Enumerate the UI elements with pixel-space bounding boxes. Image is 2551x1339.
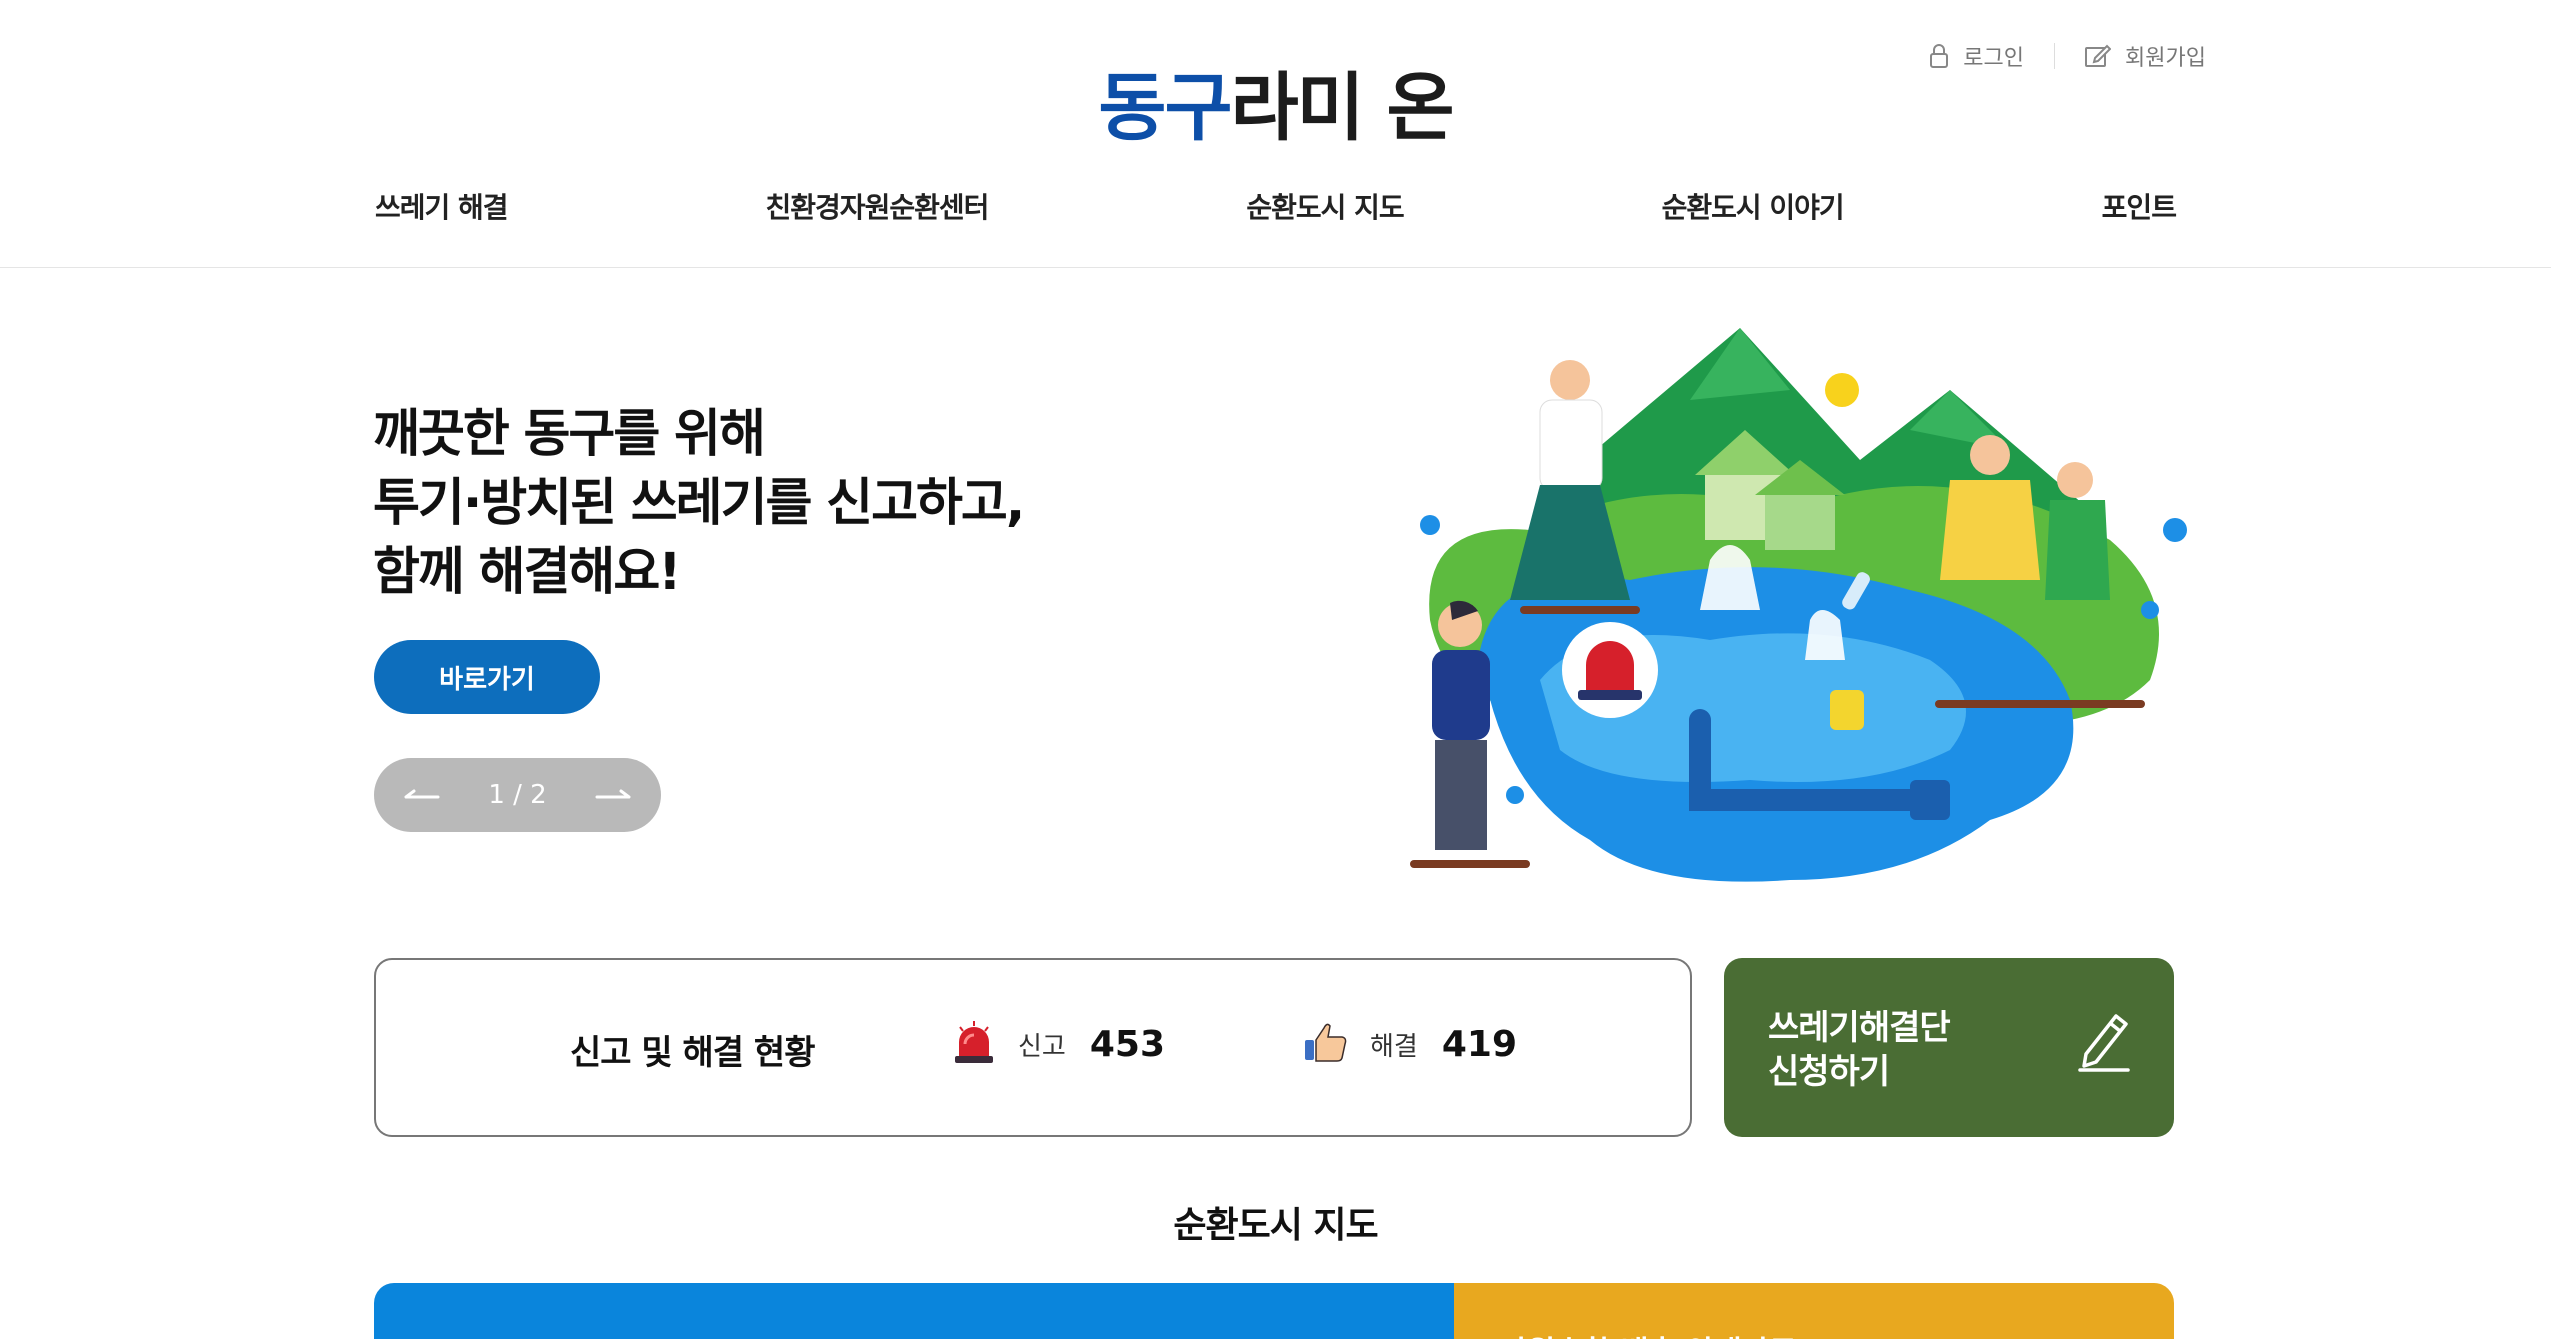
nav-item-circular-story[interactable]: 순환도시 이야기: [1662, 186, 1845, 226]
prev-arrow-icon[interactable]: [402, 775, 442, 815]
apply-line-2: 신청하기: [1768, 1052, 1890, 1092]
edit-box-icon: [2085, 44, 2112, 68]
hero-line-3: 함께 해결해요!: [373, 543, 682, 602]
map-card-left[interactable]: [374, 1283, 1454, 1339]
hero-line-1: 깨끗한 동구를 위해: [373, 405, 766, 464]
go-button[interactable]: 바로가기: [374, 640, 600, 714]
login-link[interactable]: 로그인: [1929, 40, 2024, 72]
thumbs-up-icon: [1302, 1018, 1350, 1070]
resolve-stat: 해결 419: [1302, 1018, 1517, 1070]
map-card-right[interactable]: 자원순환 배출 안내자료: [1454, 1283, 2174, 1339]
lock-icon: [1929, 43, 1949, 69]
login-label: 로그인: [1963, 46, 2025, 71]
logo-text: 라미 온: [1230, 65, 1455, 151]
circular-map-title: 순환도시 지도: [1173, 1205, 1378, 1246]
slide-pager: 1 / 2: [374, 758, 661, 832]
pencil-icon: [2076, 1010, 2132, 1076]
main-nav: 쓰레기 해결 친환경자원순환센터 순환도시 지도 순환도시 이야기 포인트: [375, 186, 2177, 226]
hero-illustration: [1390, 320, 2190, 900]
pager-count: 1 / 2: [488, 780, 547, 810]
map-card-right-text: 자원순환 배출 안내자료: [1500, 1327, 1797, 1339]
hero-line-2: 투기·방치된 쓰레기를 신고하고,: [373, 474, 1025, 533]
status-title: 신고 및 해결 현황: [570, 1033, 815, 1073]
nav-item-trash-solve[interactable]: 쓰레기 해결: [375, 186, 509, 226]
apply-text: 쓰레기해결단 신청하기: [1768, 1006, 1951, 1094]
report-stat: 신고 453: [950, 1018, 1165, 1070]
trash-team-apply-button[interactable]: 쓰레기해결단 신청하기: [1724, 958, 2174, 1137]
report-label: 신고: [1018, 1031, 1066, 1062]
hero-headline: 깨끗한 동구를 위해 투기·방치된 쓰레기를 신고하고, 함께 해결해요!: [373, 400, 1025, 607]
apply-line-1: 쓰레기해결단: [1768, 1008, 1951, 1048]
next-arrow-icon[interactable]: [593, 775, 633, 815]
siren-icon: [950, 1018, 998, 1070]
utility-menu: 로그인 회원가입: [1929, 40, 2206, 72]
nav-item-circular-map[interactable]: 순환도시 지도: [1246, 186, 1404, 226]
nav-item-point[interactable]: 포인트: [2102, 186, 2177, 226]
resolve-label: 해결: [1370, 1031, 1418, 1062]
header-divider: [0, 267, 2551, 268]
logo-accent-text: 동구: [1098, 65, 1232, 151]
util-divider: [2054, 43, 2056, 69]
resolve-count: 419: [1441, 1023, 1517, 1065]
report-count: 453: [1089, 1023, 1165, 1065]
signup-link[interactable]: 회원가입: [2085, 40, 2206, 72]
signup-label: 회원가입: [2125, 46, 2206, 71]
nav-item-eco-center[interactable]: 친환경자원순환센터: [766, 186, 990, 226]
